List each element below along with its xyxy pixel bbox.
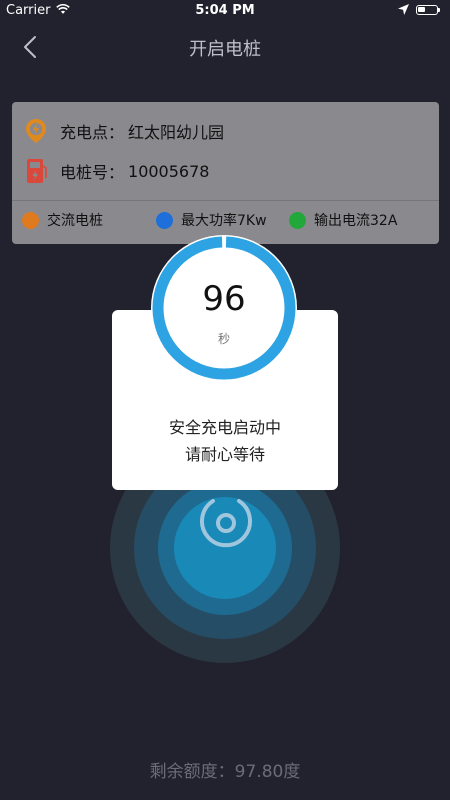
dialog-message-line1: 安全充电启动中 [168,418,281,437]
countdown-value: 96 [202,279,246,319]
tag-output-current: 输出电流32A [289,210,397,230]
clock: 5:04 PM [195,3,255,18]
tag-pile-type: 交流电桩 [22,210,103,230]
power-icon [200,499,252,548]
charging-point-label: 充电点： [60,123,125,142]
nav-bar: 开启电桩 [0,26,450,66]
location-arrow-icon [398,4,409,15]
tag-max-power-label: 最大功率7Kw [181,213,267,229]
blue-dot-icon [156,211,173,229]
pile-number-label: 电桩号： [60,163,125,182]
green-dot-icon [289,211,306,229]
pile-feature-tags: 交流电桩 最大功率7Kw 输出电流32A [20,210,435,236]
page-title: 开启电桩 [189,39,261,60]
charging-point-value: 红太阳幼儿园 [128,123,225,142]
tag-max-power: 最大功率7Kw [156,210,267,230]
charging-pile-icon [27,159,47,183]
countdown-timer: 96 秒 [151,235,297,381]
dialog-message-line2: 请耐心等待 [184,445,265,464]
charging-point-pin-icon [26,119,46,143]
countdown-unit: 秒 [217,332,230,346]
status-bar: Carrier 5:04 PM [0,0,450,22]
battery-icon [416,5,440,15]
tag-output-current-label: 输出电流32A [314,213,398,229]
charging-point-row: 充电点： 红太阳幼儿园 [24,116,224,146]
remaining-balance: 剩余额度：97.80度 [149,762,301,782]
orange-dot-icon [22,211,39,229]
pile-number-row: 电桩号： 10005678 [24,156,209,186]
pile-number-value: 10005678 [128,161,210,181]
card-divider [12,200,439,201]
station-info-card: 充电点： 红太阳幼儿园 电桩号： 10005678 交流电桩 最大功率7Kw 输… [12,102,439,244]
tag-pile-type-label: 交流电桩 [47,213,103,229]
